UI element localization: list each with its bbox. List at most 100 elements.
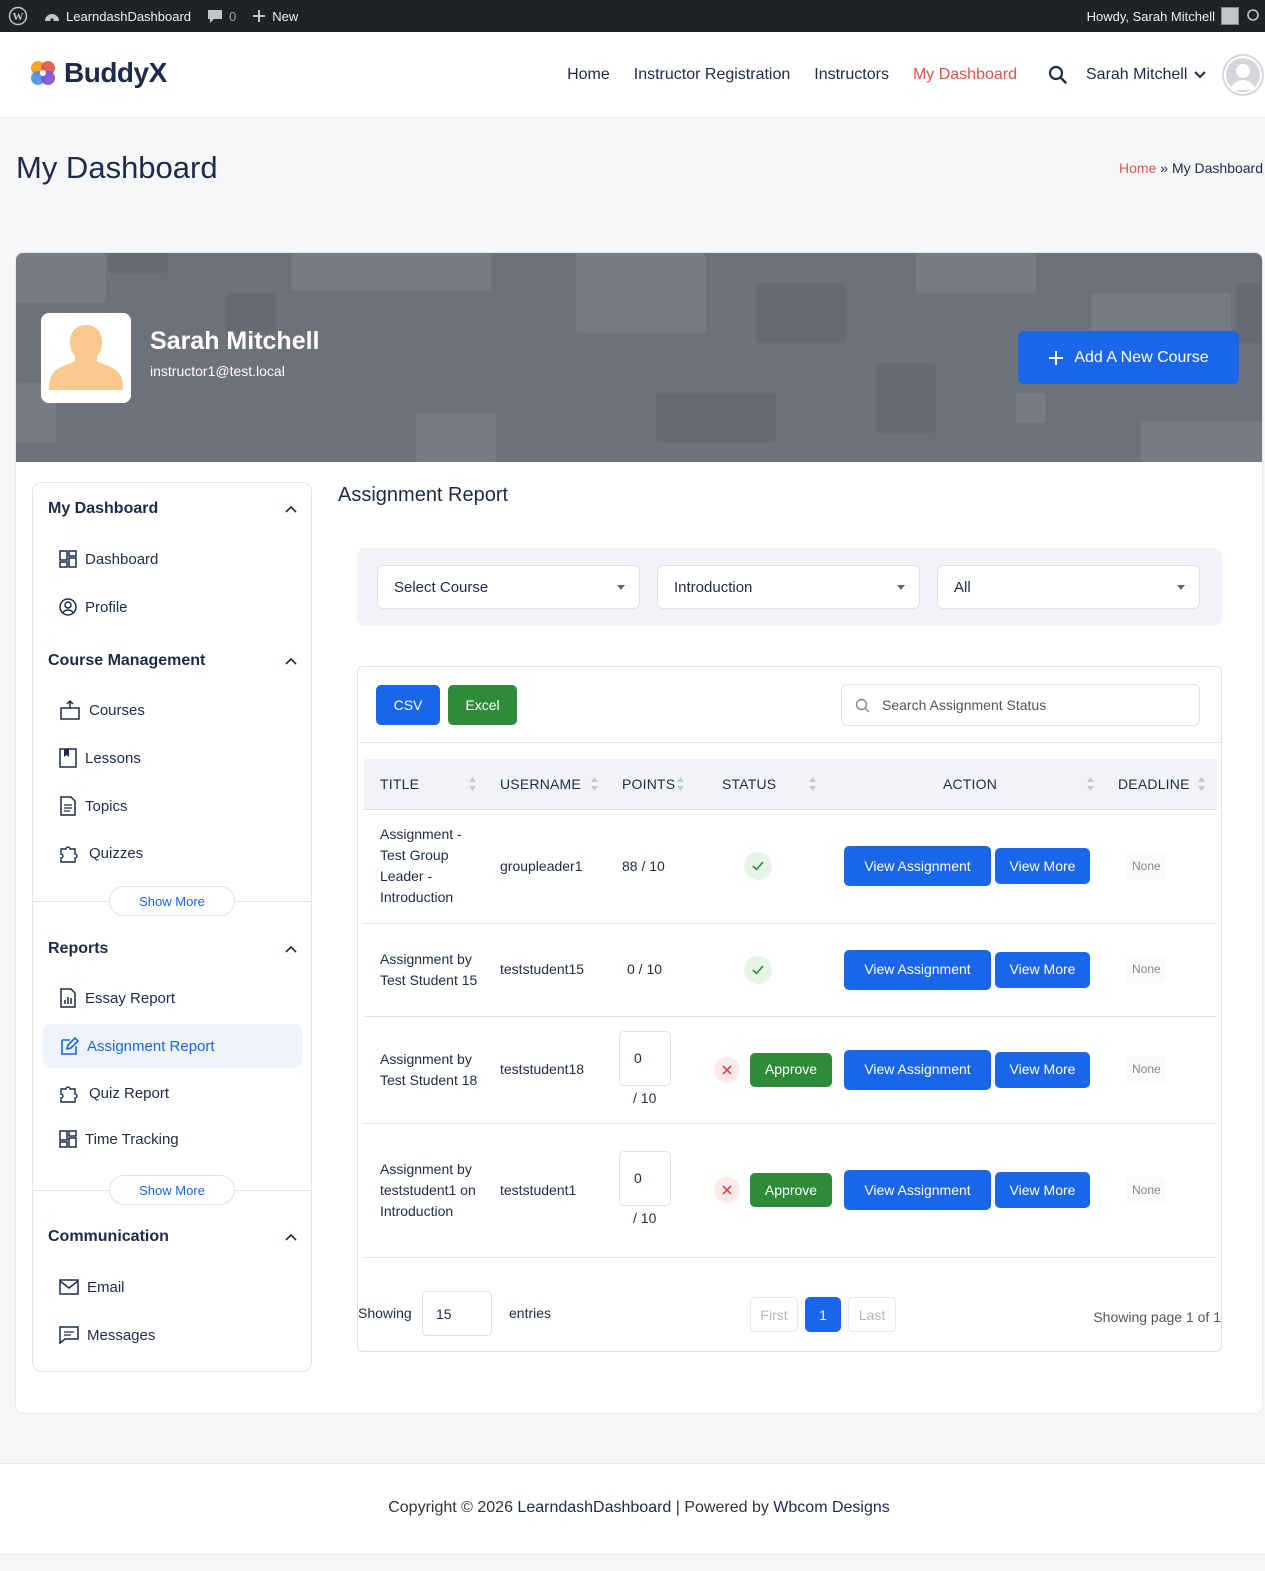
sidebar-item-email[interactable]: Email — [43, 1265, 302, 1309]
approve-button[interactable]: Approve — [750, 1173, 832, 1207]
pagination-page-1[interactable]: 1 — [805, 1297, 841, 1332]
view-assignment-button[interactable]: View Assignment — [844, 949, 991, 990]
pagination-last[interactable]: Last — [848, 1297, 896, 1332]
table-header-row: TITLE USERNAME POINTS STATUS ACTION DEAD… — [364, 759, 1217, 810]
column-header-title[interactable]: TITLE — [364, 759, 484, 810]
cell-action: View Assignment View More — [838, 923, 1102, 1017]
table-row: Assignment by teststudent1 on Introducti… — [364, 1123, 1217, 1258]
comments-link[interactable]: 0 — [199, 0, 244, 32]
approve-button[interactable]: Approve — [750, 1052, 832, 1087]
cell-username: teststudent18 — [484, 1016, 606, 1124]
page-length-input[interactable]: 15 — [422, 1291, 492, 1336]
site-name-link[interactable]: LearndashDashboard — [36, 0, 199, 32]
chevron-up-icon[interactable] — [285, 945, 297, 953]
sidebar-item-lessons[interactable]: Lessons — [43, 736, 302, 780]
edit-document-icon — [61, 1036, 79, 1055]
course-select[interactable]: Select Course — [377, 565, 640, 609]
sidebar-item-label: Time Tracking — [85, 1130, 179, 1148]
section-communication-title[interactable]: Communication — [48, 1228, 169, 1246]
cell-status: Approve — [706, 1123, 838, 1258]
cell-action: View Assignment View More — [838, 1016, 1102, 1124]
sidebar-item-assignment-report[interactable]: Assignment Report — [43, 1024, 302, 1068]
points-input[interactable]: 0 — [619, 1030, 671, 1086]
column-header-status[interactable]: STATUS — [706, 759, 838, 810]
chevron-up-icon[interactable] — [285, 1233, 297, 1241]
points-max: / 10 — [633, 1210, 657, 1226]
footer-site-link[interactable]: LearndashDashboard — [517, 1499, 671, 1516]
sidebar-item-dashboard[interactable]: Dashboard — [43, 537, 302, 581]
nav-instructors[interactable]: Instructors — [814, 66, 889, 84]
add-new-course-button[interactable]: Add A New Course — [1018, 331, 1239, 384]
cell-deadline: None — [1102, 1016, 1217, 1124]
wordpress-logo-icon[interactable]: W — [0, 0, 36, 32]
cell-username: teststudent15 — [484, 923, 606, 1017]
course-select-value: Select Course — [394, 578, 489, 596]
chevron-down-icon — [1194, 71, 1207, 79]
sidebar-item-time-tracking[interactable]: Time Tracking — [43, 1117, 302, 1161]
sidebar-item-courses[interactable]: Courses — [43, 688, 302, 732]
view-more-button[interactable]: View More — [995, 848, 1090, 884]
sort-icon — [677, 777, 684, 791]
howdy-user-link[interactable]: Howdy, Sarah Mitchell — [1087, 9, 1215, 24]
deadline-badge: None — [1126, 1176, 1167, 1204]
csv-export-button[interactable]: CSV — [376, 685, 440, 725]
nav-my-dashboard[interactable]: My Dashboard — [913, 66, 1017, 84]
view-more-button[interactable]: View More — [995, 951, 1090, 988]
sidebar-item-quizzes[interactable]: Quizzes — [43, 831, 302, 875]
column-header-username[interactable]: USERNAME — [484, 759, 606, 810]
column-header-action[interactable]: ACTION — [838, 759, 1102, 810]
status-select[interactable]: All — [937, 565, 1200, 609]
mail-icon — [59, 1279, 79, 1295]
view-more-button[interactable]: View More — [995, 1172, 1090, 1208]
nav-instructor-registration[interactable]: Instructor Registration — [634, 66, 791, 84]
plus-icon — [1049, 350, 1064, 365]
view-assignment-button[interactable]: View Assignment — [844, 846, 991, 886]
lesson-select[interactable]: Introduction — [657, 565, 920, 609]
table-row: Assignment by Test Student 18 teststuden… — [364, 1016, 1217, 1124]
section-reports-title[interactable]: Reports — [48, 940, 108, 958]
sidebar-item-profile[interactable]: Profile — [43, 585, 302, 629]
chevron-up-icon[interactable] — [285, 505, 297, 513]
cell-action: View Assignment View More — [838, 809, 1102, 924]
plus-icon — [253, 10, 266, 22]
view-more-button[interactable]: View More — [995, 1051, 1090, 1088]
nav-home[interactable]: Home — [567, 66, 610, 84]
sidebar-item-quiz-report[interactable]: Quiz Report — [43, 1071, 302, 1115]
cell-username: teststudent1 — [484, 1123, 606, 1258]
column-header-points[interactable]: POINTS — [606, 759, 706, 810]
view-assignment-button[interactable]: View Assignment — [844, 1049, 991, 1090]
user-menu[interactable]: Sarah Mitchell — [1086, 32, 1207, 118]
main-nav: Home Instructor Registration Instructors… — [567, 32, 1017, 118]
column-header-deadline[interactable]: DEADLINE — [1102, 759, 1217, 810]
section-my-dashboard-title[interactable]: My Dashboard — [48, 500, 158, 518]
breadcrumb-home[interactable]: Home — [1119, 160, 1156, 176]
view-assignment-button[interactable]: View Assignment — [844, 1170, 991, 1210]
search-icon[interactable] — [1047, 64, 1069, 86]
table-row: Assignment - Test Group Leader - Introdu… — [364, 809, 1217, 924]
caret-down-icon — [617, 585, 625, 590]
sidebar-item-topics[interactable]: Topics — [43, 784, 302, 828]
new-content-link[interactable]: New — [244, 0, 306, 32]
site-logo[interactable]: BuddyX — [26, 56, 167, 90]
profile-avatar[interactable] — [41, 313, 131, 403]
caret-down-icon — [897, 585, 905, 590]
chevron-up-icon[interactable] — [285, 657, 297, 665]
pagination-first[interactable]: First — [750, 1297, 798, 1332]
search-input[interactable]: Search Assignment Status — [841, 684, 1200, 726]
dashboard-sidebar: My Dashboard Dashboard Profile Course Ma… — [32, 482, 312, 1372]
admin-bar-avatar[interactable] — [1221, 7, 1239, 25]
approved-check-icon — [744, 955, 772, 984]
sidebar-item-messages[interactable]: Messages — [43, 1313, 302, 1357]
points-input[interactable]: 0 — [619, 1151, 671, 1206]
footer-wbcom-link[interactable]: Wbcom Designs — [773, 1499, 889, 1516]
section-course-management-title[interactable]: Course Management — [48, 652, 205, 670]
avatar[interactable] — [1222, 54, 1264, 96]
show-more-button[interactable]: Show More — [109, 1175, 235, 1205]
excel-export-button[interactable]: Excel — [448, 685, 517, 725]
search-icon[interactable] — [1245, 9, 1259, 23]
show-more-button[interactable]: Show More — [109, 886, 235, 916]
sidebar-item-label: Topics — [85, 797, 128, 815]
rejected-x-icon — [714, 1056, 740, 1083]
dashboard-grid-icon — [59, 1130, 77, 1148]
sidebar-item-essay-report[interactable]: Essay Report — [43, 976, 302, 1020]
